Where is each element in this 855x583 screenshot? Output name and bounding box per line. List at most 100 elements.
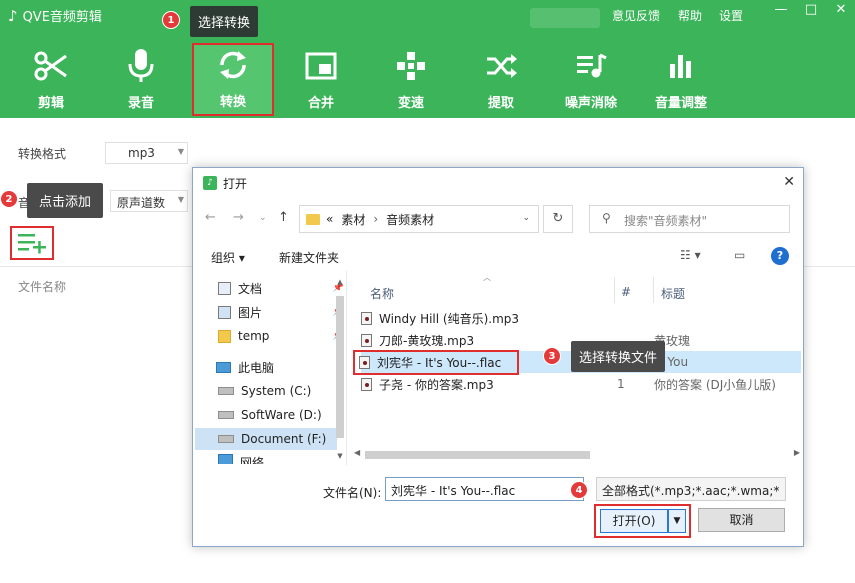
app-window: ♪ QVE音频剪辑 意见反馈 帮助 设置 — □ ✕ 剪辑 录音 转换 合并 变… xyxy=(0,0,855,583)
tool-merge[interactable]: 合并 xyxy=(281,46,361,116)
view-options-icon[interactable]: ☷ ▾ xyxy=(680,248,701,262)
convert-icon xyxy=(194,45,272,85)
breadcrumb-sep: › xyxy=(373,212,379,226)
filename-input[interactable]: 刘宪华 - It's You--.flac xyxy=(385,477,584,501)
breadcrumb-item[interactable]: 音频素材 xyxy=(386,211,434,228)
document-icon xyxy=(218,281,231,295)
up-arrow-icon[interactable]: ↑ xyxy=(278,210,289,225)
app-title: QVE音频剪辑 xyxy=(22,10,102,25)
tree-item-drive-c[interactable]: System (C:) xyxy=(218,380,328,402)
tool-noise-remove[interactable]: 噪声消除 xyxy=(551,46,631,116)
column-separator xyxy=(653,277,654,303)
tree-item-pictures[interactable]: 图片 📌 xyxy=(218,301,344,323)
step-badge-2: 2 xyxy=(0,190,18,208)
file-type-value: 全部格式(*.mp3;*.aac;*.wma;* xyxy=(602,484,780,498)
folder-icon xyxy=(306,213,320,225)
open-button[interactable]: 打开(O) xyxy=(600,509,668,533)
organize-button[interactable]: 组织 ▾ xyxy=(211,249,245,266)
tool-label: 转换 xyxy=(219,95,246,110)
add-list-icon xyxy=(18,234,46,254)
picture-icon xyxy=(218,305,231,319)
drive-icon xyxy=(218,411,234,419)
dialog-close-button[interactable]: ✕ xyxy=(783,174,795,190)
file-number: 1 xyxy=(617,377,625,391)
tool-label: 变速 xyxy=(397,96,424,111)
scroll-thumb[interactable] xyxy=(365,451,590,459)
triangle-down-icon: ▼ xyxy=(673,516,681,526)
chevron-down-icon[interactable]: ⌄ xyxy=(522,213,530,223)
tree-item-drive-f[interactable]: Document (F:) xyxy=(195,428,337,450)
new-folder-button[interactable]: 新建文件夹 xyxy=(279,249,339,266)
recent-chevron-icon[interactable]: ⌄ xyxy=(259,213,267,223)
close-button[interactable]: ✕ xyxy=(831,2,851,17)
settings-link[interactable]: 设置 xyxy=(719,7,743,24)
sort-ascending-icon: ︿ xyxy=(483,273,491,282)
scroll-left-icon[interactable]: ◀ xyxy=(354,448,360,457)
add-file-button[interactable] xyxy=(10,226,54,260)
tool-record[interactable]: 录音 xyxy=(101,46,181,116)
step-badge-1: 1 xyxy=(162,11,180,29)
tool-label: 音量调整 xyxy=(654,96,707,111)
dialog-title: 打开 xyxy=(223,176,248,191)
tool-volume-adjust[interactable]: 音量调整 xyxy=(641,46,721,116)
tree-item-temp[interactable]: temp 📌 xyxy=(218,325,344,347)
feedback-link[interactable]: 意见反馈 xyxy=(612,7,660,24)
file-type-select[interactable]: 全部格式(*.mp3;*.aac;*.wma;* ⌄ xyxy=(596,477,786,501)
column-header-number[interactable]: # xyxy=(621,285,631,299)
search-input[interactable]: ⚲ 搜索"音频素材" xyxy=(589,205,790,233)
drive-icon xyxy=(218,435,234,443)
format-select[interactable]: mp3 ▼ xyxy=(105,142,188,164)
tree-item-label: 文档 xyxy=(238,281,263,296)
callout-select-convert: 选择转换 xyxy=(190,6,259,37)
preview-pane-icon[interactable]: ▭ xyxy=(734,248,745,262)
tree-scrollbar[interactable]: ▲ ▼ xyxy=(335,278,345,462)
cancel-button[interactable]: 取消 xyxy=(698,508,785,532)
filename-label: 文件名(N): xyxy=(323,486,382,500)
tree-item-network[interactable]: 网络 xyxy=(218,454,328,464)
file-row[interactable]: 子尧 - 你的答案.mp3 1 你的答案 (DJ小鱼儿版) xyxy=(361,373,801,395)
music-note-icon: ♪ xyxy=(203,176,217,190)
open-dropdown-button[interactable]: ▼ xyxy=(668,509,686,533)
tree-item-label: 此电脑 xyxy=(238,360,275,375)
maximize-button[interactable]: □ xyxy=(801,2,821,17)
tool-cut[interactable]: 剪辑 xyxy=(11,46,91,116)
audio-file-icon xyxy=(361,333,372,347)
top-toolbar: ♪ QVE音频剪辑 意见反馈 帮助 设置 — □ ✕ 剪辑 录音 转换 合并 变… xyxy=(0,0,855,118)
column-header-name[interactable]: 名称 xyxy=(370,285,394,302)
minimize-button[interactable]: — xyxy=(771,2,791,17)
tool-label: 提取 xyxy=(487,96,514,111)
format-label: 转换格式 xyxy=(18,147,67,161)
tree-item-drive-d[interactable]: SoftWare (D:) xyxy=(218,404,328,426)
scroll-up-icon[interactable]: ▲ xyxy=(335,278,345,286)
help-link[interactable]: 帮助 xyxy=(678,7,702,24)
navigation-row: ← → ⌄ ↑ « 素材 › 音频素材 ⌄ ↻ ⚲ 搜索"音频素材" xyxy=(193,201,803,237)
open-button-highlight: 打开(O) ▼ xyxy=(594,504,691,538)
address-bar[interactable]: « 素材 › 音频素材 ⌄ xyxy=(299,205,539,233)
breadcrumb-item[interactable]: 素材 xyxy=(341,211,365,228)
channel-select[interactable]: 原声道数 ▼ xyxy=(110,190,188,212)
search-placeholder: 搜索"音频素材" xyxy=(624,214,708,228)
refresh-button[interactable]: ↻ xyxy=(543,205,573,233)
scroll-down-icon[interactable]: ▼ xyxy=(335,452,345,460)
tree-item-this-pc[interactable]: 此电脑 xyxy=(216,356,326,378)
tool-convert[interactable]: 转换 xyxy=(192,43,274,116)
file-row[interactable]: Windy Hill (纯音乐).mp3 xyxy=(361,307,801,329)
file-name: 子尧 - 你的答案.mp3 xyxy=(379,377,494,392)
tool-speed[interactable]: 变速 xyxy=(371,46,451,116)
merge-icon xyxy=(281,46,361,86)
list-horizontal-scrollbar[interactable]: ◀ ▶ xyxy=(353,448,801,462)
scroll-thumb[interactable] xyxy=(336,296,344,438)
tree-item-label: 网络 xyxy=(240,456,265,464)
chevron-down-icon: ▼ xyxy=(177,147,184,156)
tool-extract[interactable]: 提取 xyxy=(461,46,541,116)
column-header-title[interactable]: 标题 xyxy=(661,285,685,302)
scroll-right-icon[interactable]: ▶ xyxy=(794,448,800,457)
help-icon[interactable]: ? xyxy=(771,247,789,265)
back-arrow-icon[interactable]: ← xyxy=(205,210,216,225)
blurred-area xyxy=(530,8,600,28)
volume-bars-icon xyxy=(641,46,721,86)
microphone-icon xyxy=(101,46,181,86)
tree-item-documents[interactable]: 文档 📌 xyxy=(218,277,344,299)
tree-item-label: temp xyxy=(238,329,270,343)
forward-arrow-icon[interactable]: → xyxy=(233,210,244,225)
